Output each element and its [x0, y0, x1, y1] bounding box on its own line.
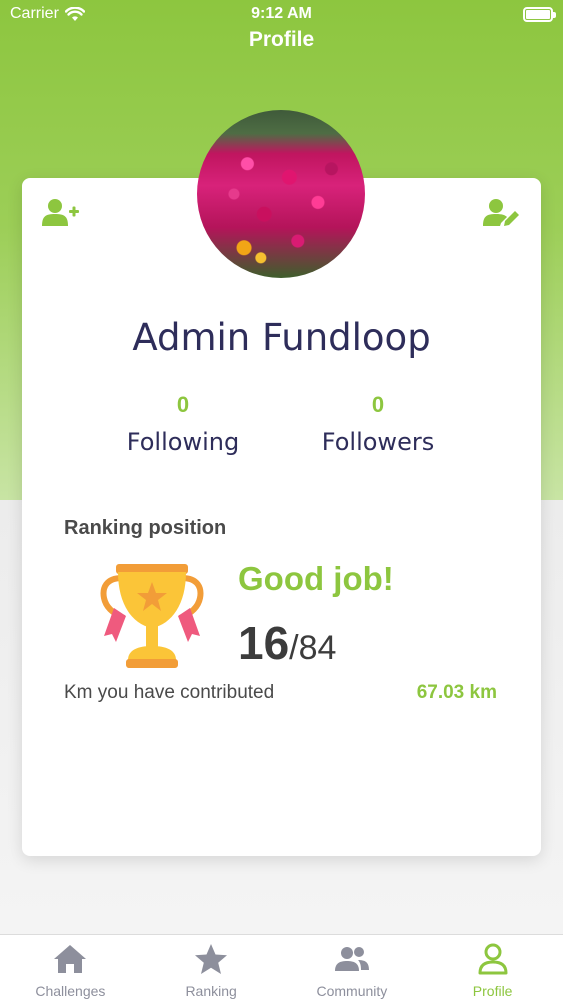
- tab-bar: Challenges Ranking Community Profile: [0, 934, 563, 1000]
- tab-ranking[interactable]: Ranking: [141, 935, 282, 1000]
- avatar[interactable]: [197, 110, 365, 278]
- edit-profile-icon[interactable]: [483, 198, 521, 228]
- tab-profile[interactable]: Profile: [422, 935, 563, 1000]
- users-icon: [334, 947, 369, 971]
- tab-community[interactable]: Community: [282, 935, 423, 1000]
- tab-label-ranking: Ranking: [185, 983, 237, 999]
- profile-card: Ranking position: [22, 178, 541, 856]
- battery-icon: [523, 7, 556, 22]
- ranking-title: Ranking position: [64, 517, 227, 539]
- page-title: Profile: [248, 28, 315, 51]
- home-icon: [54, 945, 87, 973]
- tab-label-community: Community: [316, 983, 388, 999]
- tab-label-profile: Profile: [472, 983, 513, 999]
- km-value: 67.03 km: [416, 682, 497, 703]
- star-icon: [195, 944, 228, 974]
- status-bar: Carrier 9:12 AM: [0, 0, 563, 30]
- tab-challenges[interactable]: Challenges: [0, 935, 141, 1000]
- rank-separator: /: [289, 629, 299, 667]
- user-icon: [478, 943, 508, 975]
- rank-total-value: 84: [298, 629, 337, 667]
- rank-position-value: 16: [238, 617, 290, 669]
- rank-message: Good job!: [238, 560, 394, 597]
- status-time: 9:12 AM: [251, 5, 312, 22]
- following-label: Following: [126, 428, 240, 456]
- trophy-icon: [100, 564, 204, 668]
- km-label: Km you have contributed: [64, 682, 275, 703]
- battery-level: [526, 10, 550, 19]
- tab-label-challenges: Challenges: [35, 983, 106, 999]
- followers-count: 0: [371, 392, 385, 417]
- followers-stat[interactable]: 0 Followers: [283, 392, 473, 456]
- following-stat[interactable]: 0 Following: [88, 392, 278, 456]
- add-friend-icon[interactable]: [42, 198, 80, 228]
- following-count: 0: [176, 392, 190, 417]
- followers-label: Followers: [321, 428, 435, 456]
- rank-position: 16/84: [238, 616, 336, 670]
- profile-name: Admin Fundloop: [132, 316, 431, 359]
